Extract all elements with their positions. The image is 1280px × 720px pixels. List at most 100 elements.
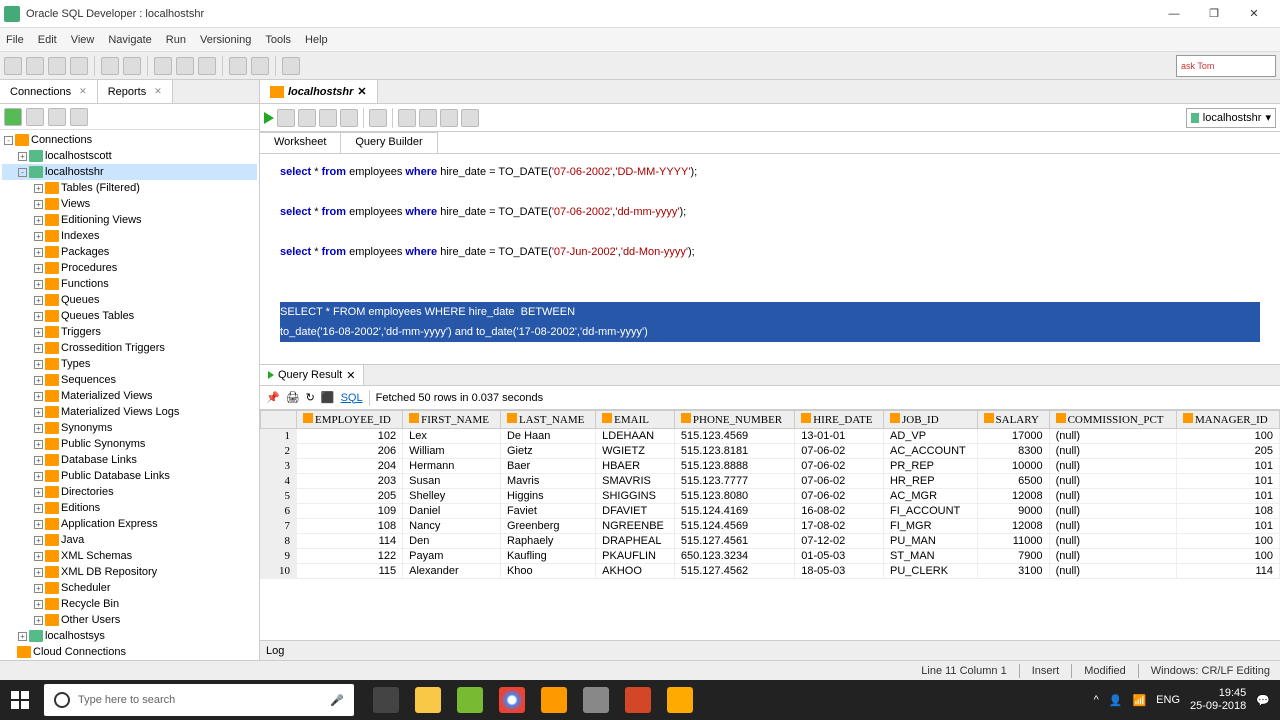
close-icon[interactable]: ✕ (346, 369, 355, 382)
table-row[interactable]: 6109DanielFavietDFAVIET515.124.416916-08… (261, 504, 1280, 519)
tree-node[interactable]: +Other Users (2, 612, 257, 628)
tree-node[interactable]: +Recycle Bin (2, 596, 257, 612)
sql-link[interactable]: SQL (341, 392, 363, 404)
save-all-icon[interactable] (70, 57, 88, 75)
col-header[interactable]: HIRE_DATE (795, 411, 884, 429)
back-icon[interactable] (229, 57, 247, 75)
worksheet-tab[interactable]: Worksheet (260, 132, 341, 153)
tree-node[interactable]: +localhostsys (2, 628, 257, 644)
undo-icon[interactable] (101, 57, 119, 75)
close-icon[interactable]: ✕ (357, 85, 366, 98)
debug-icon[interactable] (282, 57, 300, 75)
tree-node[interactable]: +Editions (2, 500, 257, 516)
tree-node[interactable]: +Types (2, 356, 257, 372)
filter-icon[interactable] (48, 108, 66, 126)
table-row[interactable]: 4203SusanMavrisSMAVRIS515.123.777707-06-… (261, 474, 1280, 489)
editor-tab[interactable]: localhostshr✕ (260, 80, 378, 103)
tree-node[interactable]: +Sequences (2, 372, 257, 388)
task-view-icon[interactable] (366, 680, 406, 720)
tree-node[interactable]: +Application Express (2, 516, 257, 532)
table-row[interactable]: 8114DenRaphaelyDRAPHEAL515.127.456107-12… (261, 534, 1280, 549)
menu-view[interactable]: View (71, 34, 95, 46)
connection-dropdown[interactable]: localhostshr▾ (1186, 108, 1276, 128)
query-builder-tab[interactable]: Query Builder (341, 132, 437, 153)
tree-node[interactable]: +Java (2, 532, 257, 548)
tree-node[interactable]: +Queues Tables (2, 308, 257, 324)
app2-icon[interactable] (534, 680, 574, 720)
tree-node[interactable]: +Synonyms (2, 420, 257, 436)
new-icon[interactable] (4, 57, 22, 75)
table-row[interactable]: 10115AlexanderKhooAKHOO515.127.456218-05… (261, 564, 1280, 579)
tree-node[interactable]: +XML Schemas (2, 548, 257, 564)
tree-node[interactable]: +Queues (2, 292, 257, 308)
tool-icon[interactable] (398, 109, 416, 127)
run-icon[interactable] (264, 112, 274, 124)
notification-icon[interactable]: 💬 (1256, 694, 1270, 707)
open-icon[interactable] (26, 57, 44, 75)
col-header[interactable]: PHONE_NUMBER (674, 411, 794, 429)
col-header[interactable]: COMMISSION_PCT (1049, 411, 1176, 429)
tree-node[interactable]: +Directories (2, 484, 257, 500)
col-header[interactable]: JOB_ID (883, 411, 977, 429)
refresh-icon[interactable]: ↻ (306, 391, 315, 404)
minimize-button[interactable]: — (1160, 4, 1188, 24)
forward-icon[interactable] (251, 57, 269, 75)
table-row[interactable]: 1102LexDe HaanLDEHAAN515.123.456913-01-0… (261, 429, 1280, 444)
print-icon[interactable]: 🖨 (286, 391, 300, 404)
tree-node[interactable]: Cloud Connections (2, 644, 257, 660)
tree-node[interactable]: +Tables (Filtered) (2, 180, 257, 196)
menu-navigate[interactable]: Navigate (108, 34, 151, 46)
ask-tom-box[interactable]: ask Tom (1176, 55, 1276, 77)
table-row[interactable]: 9122PayamKauflingPKAUFLIN650.123.323401-… (261, 549, 1280, 564)
tree-node[interactable]: +Packages (2, 244, 257, 260)
app3-icon[interactable] (660, 680, 700, 720)
explain-icon[interactable] (319, 109, 337, 127)
menu-help[interactable]: Help (305, 34, 328, 46)
connections-tab[interactable]: Connections✕ (0, 80, 98, 103)
tree-node[interactable]: -Connections (2, 132, 257, 148)
autotrace-icon[interactable] (298, 109, 316, 127)
menu-file[interactable]: File (6, 34, 24, 46)
menu-run[interactable]: Run (166, 34, 186, 46)
col-header[interactable]: FIRST_NAME (403, 411, 501, 429)
maximize-button[interactable]: ❐ (1200, 4, 1228, 24)
cut-icon[interactable] (154, 57, 172, 75)
log-tab[interactable]: Log (260, 640, 1280, 660)
tray-up-icon[interactable]: ^ (1094, 694, 1099, 706)
menu-versioning[interactable]: Versioning (200, 34, 251, 46)
filter2-icon[interactable] (70, 108, 88, 126)
ppt-icon[interactable] (618, 680, 658, 720)
tree-node[interactable]: +Public Synonyms (2, 436, 257, 452)
table-row[interactable]: 2206WilliamGietzWGIETZ515.123.818107-06-… (261, 444, 1280, 459)
network-icon[interactable]: 📶 (1132, 694, 1146, 707)
tree-node[interactable]: +Procedures (2, 260, 257, 276)
pin-icon[interactable]: 📌 (266, 391, 280, 404)
find-icon[interactable] (419, 109, 437, 127)
close-button[interactable]: ✕ (1240, 4, 1268, 24)
search-box[interactable]: Type here to search🎤 (44, 684, 354, 716)
paste-icon[interactable] (198, 57, 216, 75)
commit-icon[interactable] (340, 109, 358, 127)
reports-tab[interactable]: Reports✕ (98, 80, 173, 103)
table-row[interactable]: 3204HermannBaerHBAER515.123.888807-06-02… (261, 459, 1280, 474)
query-result-tab[interactable]: Query Result✕ (260, 365, 364, 385)
table-row[interactable]: 5205ShelleyHigginsSHIGGINS515.123.808007… (261, 489, 1280, 504)
explorer-icon[interactable] (408, 680, 448, 720)
tool2-icon[interactable] (461, 109, 479, 127)
table-row[interactable]: 7108NancyGreenbergNGREENBE515.124.456917… (261, 519, 1280, 534)
tree-node[interactable]: +Functions (2, 276, 257, 292)
start-button[interactable] (0, 680, 40, 720)
language-indicator[interactable]: ENG (1156, 694, 1180, 706)
tree-node[interactable]: +Materialized Views Logs (2, 404, 257, 420)
col-header[interactable]: EMPLOYEE_ID (297, 411, 403, 429)
save-icon[interactable] (48, 57, 66, 75)
tree-node[interactable]: +Crossedition Triggers (2, 340, 257, 356)
tree-node[interactable]: +Public Database Links (2, 468, 257, 484)
app-icon[interactable] (450, 680, 490, 720)
tree-node[interactable]: +Indexes (2, 228, 257, 244)
stop-icon[interactable]: ⬛ (321, 391, 335, 404)
menu-edit[interactable]: Edit (38, 34, 57, 46)
redo-icon[interactable] (123, 57, 141, 75)
col-header[interactable]: MANAGER_ID (1176, 411, 1279, 429)
sqldev-icon[interactable] (576, 680, 616, 720)
